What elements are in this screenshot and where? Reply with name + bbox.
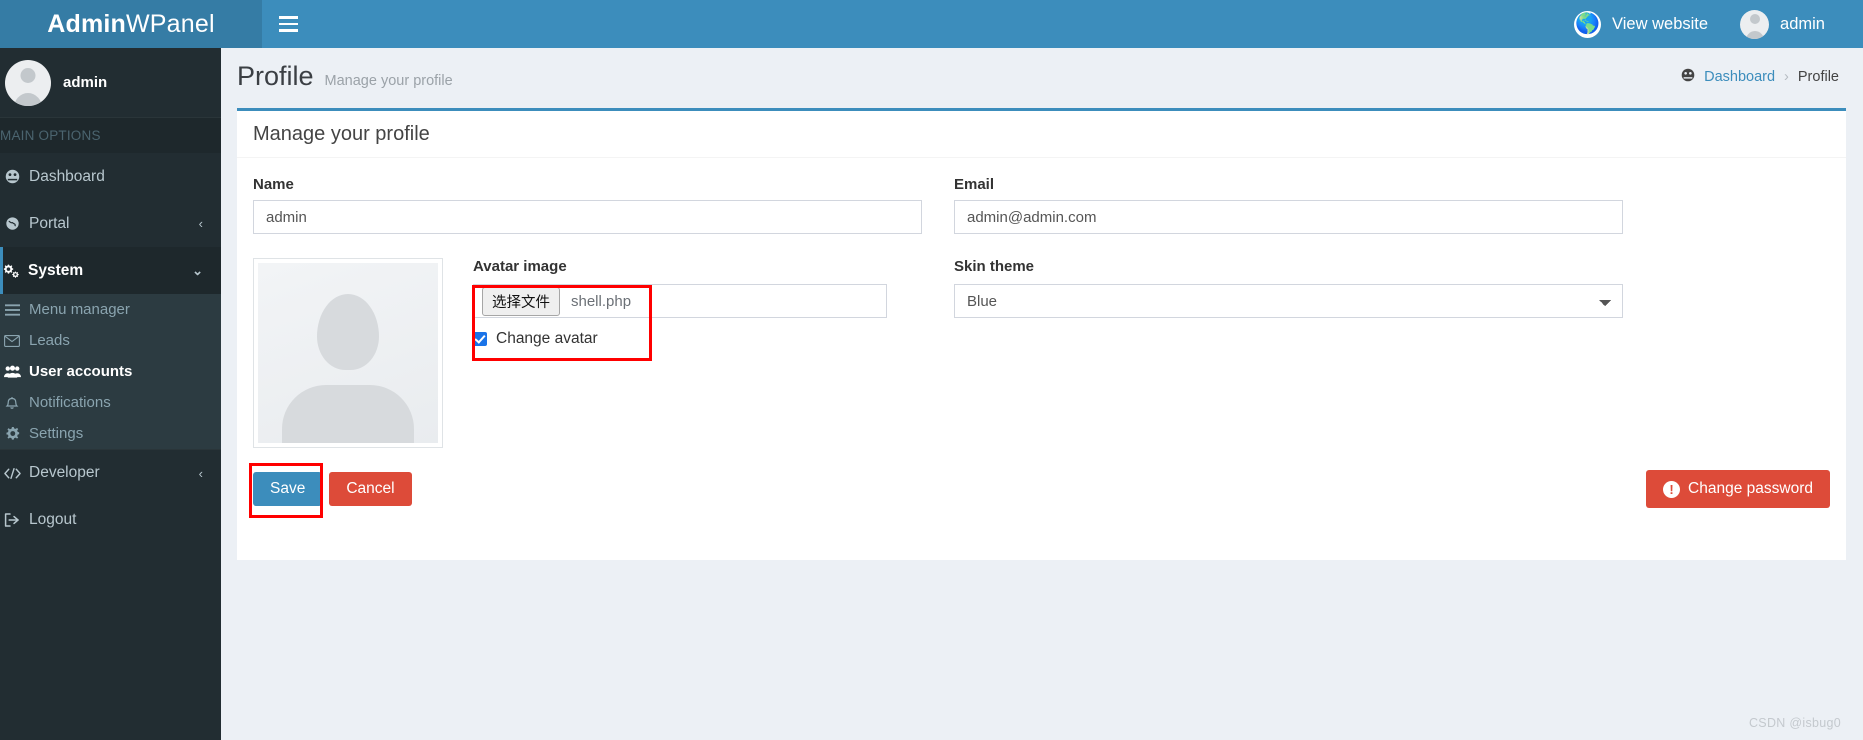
sidebar-item-dashboard[interactable]: Dashboard	[0, 153, 221, 200]
navbar: 🌎 View website admin	[262, 0, 1863, 48]
sidebar-item-user-accounts[interactable]: User accounts	[0, 356, 221, 387]
sidebar-label-leads: Leads	[29, 332, 70, 349]
cancel-button[interactable]: Cancel	[329, 472, 412, 506]
page-title: Profile	[237, 61, 314, 91]
dashboard-icon	[1681, 68, 1695, 85]
email-label: Email	[954, 176, 995, 193]
change-password-button[interactable]: ! Change password	[1646, 470, 1830, 508]
card-title: Manage your profile	[253, 122, 430, 145]
sidebar-user-panel[interactable]: admin	[0, 48, 221, 118]
name-label: Name	[253, 176, 294, 193]
code-icon	[0, 467, 29, 480]
view-website-link[interactable]: 🌎 View website	[1558, 0, 1724, 48]
bars-icon	[0, 303, 29, 316]
sidebar-label-settings: Settings	[29, 425, 84, 442]
view-website-label: View website	[1612, 14, 1709, 33]
sidebar-label-portal: Portal	[29, 214, 70, 232]
top-navbar: Admin WPanel 🌎 View website admin	[0, 0, 1863, 48]
skin-theme-group: Skin theme Blue	[954, 258, 1623, 448]
exclamation-circle-icon: !	[1663, 480, 1681, 498]
change-avatar-checkbox[interactable]	[473, 332, 487, 346]
gear-icon	[0, 426, 29, 441]
card-body: Name Email Avatar image	[237, 158, 1846, 448]
chevron-left-icon: ‹	[198, 216, 203, 231]
save-button[interactable]: Save	[253, 472, 323, 506]
watermark: CSDN @isbug0	[1748, 716, 1841, 730]
brand-logo[interactable]: Admin WPanel	[0, 0, 262, 48]
avatar-upload-group: Avatar image 选择文件 shell.php Change avata…	[472, 258, 887, 448]
change-password-label: Change password	[1688, 480, 1813, 497]
content-header: Profile Manage your profile Dashboard › …	[221, 48, 1863, 105]
chevron-down-icon: ⌄	[192, 262, 203, 278]
globe-icon: 🌎	[1574, 10, 1602, 38]
name-email-row: Name Email	[253, 176, 1830, 234]
sidebar: admin MAIN OPTIONS Dashboard Portal ‹ Sy…	[0, 48, 221, 740]
breadcrumb-current: Profile	[1797, 68, 1839, 85]
sidebar-label-system: System	[28, 261, 84, 279]
brand-logo-light: WPanel	[126, 9, 215, 38]
breadcrumb-dashboard[interactable]: Dashboard	[1704, 69, 1775, 85]
sign-out-icon	[0, 512, 29, 527]
change-avatar-row[interactable]: Change avatar	[473, 330, 887, 348]
skin-theme-select[interactable]: Blue	[954, 284, 1623, 318]
avatar-preview	[253, 258, 443, 448]
profile-card: Manage your profile Name Email	[237, 108, 1846, 560]
selected-file-name: shell.php	[571, 292, 632, 310]
email-field-group: Email	[954, 176, 1623, 234]
sidebar-user-name: admin	[63, 74, 108, 91]
card-header: Manage your profile	[237, 111, 1846, 158]
envelope-icon	[0, 334, 29, 347]
email-input[interactable]	[954, 200, 1623, 234]
chevron-left-icon: ‹	[198, 465, 203, 481]
name-field-group: Name	[253, 176, 922, 234]
change-avatar-label: Change avatar	[496, 330, 598, 347]
sidebar-item-leads[interactable]: Leads	[0, 325, 221, 356]
sidebar-label-menu-manager: Menu manager	[29, 301, 130, 318]
avatar-image-label: Avatar image	[473, 258, 567, 275]
name-input[interactable]	[253, 200, 922, 234]
navbar-right: 🌎 View website admin	[1558, 0, 1863, 48]
globe-icon	[0, 216, 29, 231]
page-title-wrap: Profile Manage your profile	[237, 61, 453, 92]
user-avatar-icon	[1740, 9, 1770, 39]
sidebar-item-system[interactable]: System ⌄	[0, 247, 221, 294]
choose-file-button[interactable]: 选择文件	[482, 286, 560, 316]
user-menu[interactable]: admin	[1724, 0, 1841, 48]
sidebar-item-menu-manager[interactable]: Menu manager	[0, 294, 221, 325]
main-content: Profile Manage your profile Dashboard › …	[221, 48, 1863, 740]
sidebar-item-notifications[interactable]: Notifications	[0, 387, 221, 418]
user-menu-label: admin	[1780, 14, 1825, 33]
breadcrumb-separator: ›	[1784, 68, 1789, 85]
breadcrumb: Dashboard › Profile	[1681, 68, 1839, 85]
sidebar-label-user-accounts: User accounts	[29, 363, 133, 380]
page-subtitle: Manage your profile	[324, 73, 453, 89]
dashboard-icon	[0, 169, 29, 184]
sidebar-label-notifications: Notifications	[29, 394, 111, 411]
sidebar-avatar-icon	[5, 59, 51, 106]
gears-icon	[0, 263, 28, 279]
brand-logo-bold: Admin	[47, 9, 127, 38]
sidebar-item-portal[interactable]: Portal ‹	[0, 200, 221, 247]
avatar-skin-row: Avatar image 选择文件 shell.php Change avata…	[253, 234, 1830, 448]
sidebar-section-header: MAIN OPTIONS	[0, 118, 221, 153]
sidebar-label-dashboard: Dashboard	[29, 167, 105, 185]
sidebar-submenu-system: Menu manager Leads User accounts Notific…	[0, 294, 221, 449]
avatar-column: Avatar image 选择文件 shell.php Change avata…	[253, 258, 922, 448]
user-placeholder-icon	[258, 263, 438, 443]
hamburger-icon[interactable]	[262, 0, 314, 48]
skin-theme-label: Skin theme	[954, 258, 1035, 275]
sidebar-label-developer: Developer	[29, 464, 100, 481]
sidebar-item-settings[interactable]: Settings	[0, 418, 221, 449]
card-footer-actions: Save Cancel ! Change password	[237, 448, 1846, 528]
sidebar-label-logout: Logout	[29, 510, 77, 528]
left-actions: Save Cancel	[249, 463, 412, 518]
admin-panel-page: AdminWPanel 🌎 View website admin admin	[0, 0, 1863, 740]
sidebar-item-logout[interactable]: Logout	[0, 496, 221, 543]
users-icon	[0, 365, 29, 378]
sidebar-item-developer[interactable]: Developer ‹	[0, 449, 221, 496]
bell-icon	[0, 395, 29, 410]
avatar-file-input[interactable]: 选择文件 shell.php	[473, 284, 887, 318]
